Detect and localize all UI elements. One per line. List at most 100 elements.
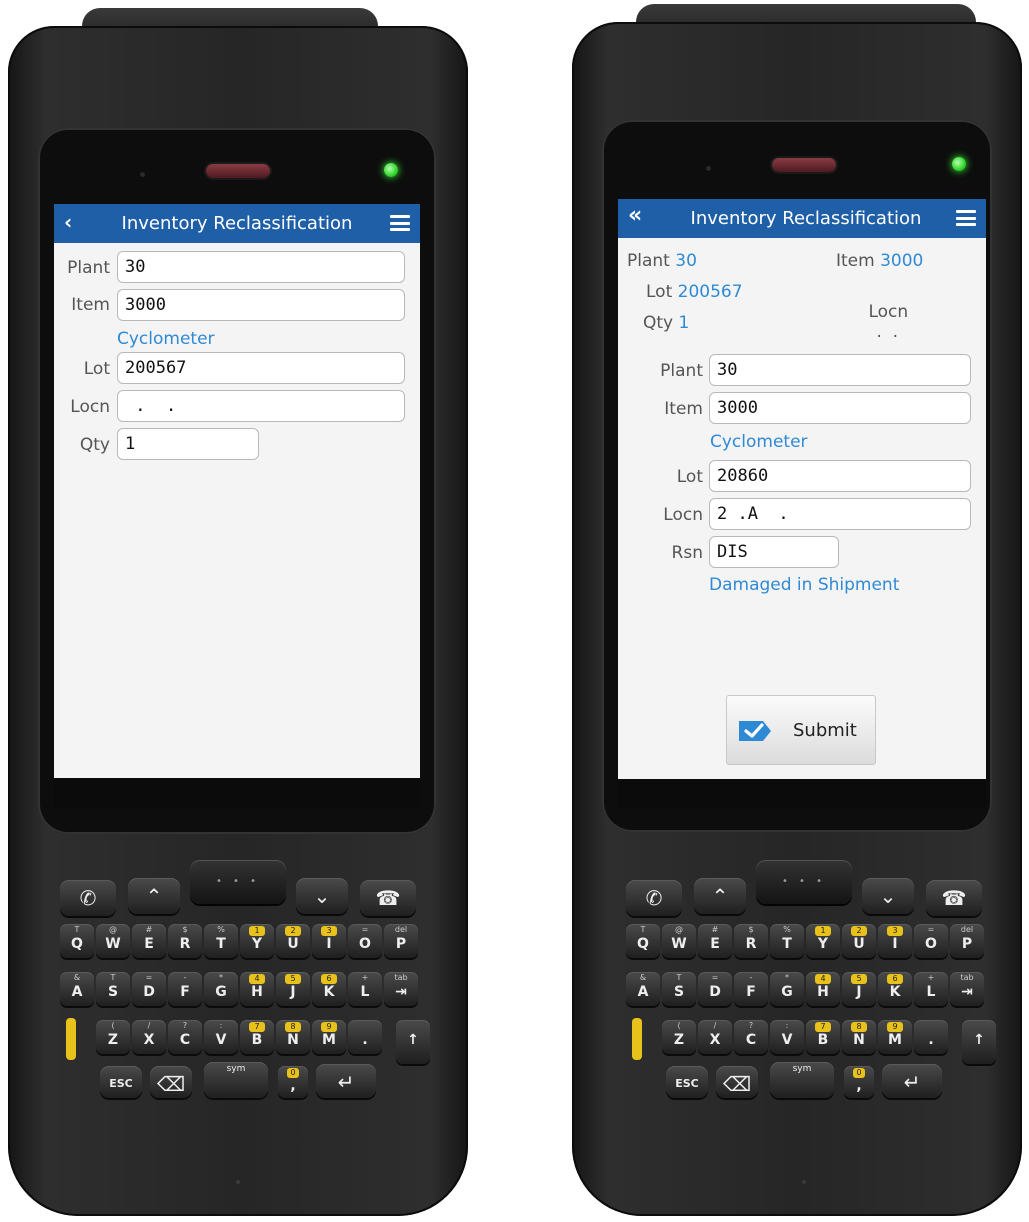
rsn-field[interactable]: DIS bbox=[709, 536, 839, 568]
key-W[interactable]: @ W bbox=[96, 924, 130, 958]
key-B[interactable]: 7B bbox=[806, 1020, 840, 1054]
key-L[interactable]: + L bbox=[348, 972, 382, 1006]
key-K[interactable]: 6K bbox=[878, 972, 912, 1006]
key-primary-label: , bbox=[856, 1078, 862, 1094]
key-W[interactable]: @ W bbox=[662, 924, 696, 958]
space-key[interactable]: sym bbox=[770, 1062, 834, 1098]
key-.[interactable]: . bbox=[914, 1020, 948, 1054]
plant-label: Plant bbox=[67, 258, 110, 278]
key-A[interactable]: & A bbox=[626, 972, 660, 1006]
comma-key[interactable]: 0, bbox=[278, 1066, 308, 1098]
call-key[interactable]: ✆ bbox=[626, 880, 682, 916]
key-C[interactable]: ? C bbox=[734, 1020, 768, 1054]
backspace-key[interactable]: ⌫ bbox=[150, 1066, 192, 1098]
key-.[interactable]: . bbox=[348, 1020, 382, 1054]
hamburger-menu-icon[interactable] bbox=[956, 210, 976, 226]
key-A[interactable]: & A bbox=[60, 972, 94, 1006]
plant-field[interactable]: 30 bbox=[117, 251, 405, 283]
key-L[interactable]: + L bbox=[914, 972, 948, 1006]
enter-key[interactable]: ↵ bbox=[882, 1064, 942, 1098]
locn-field[interactable]: . . bbox=[117, 390, 405, 422]
key-⇥[interactable]: tab ⇥ bbox=[384, 972, 418, 1006]
enter-key[interactable]: ↵ bbox=[316, 1064, 376, 1098]
key-R[interactable]: $ R bbox=[168, 924, 202, 958]
end-call-key[interactable]: ☎ bbox=[360, 880, 416, 916]
key-E[interactable]: # E bbox=[132, 924, 166, 958]
key-Y[interactable]: 1Y bbox=[240, 924, 274, 958]
key-Y[interactable]: 1Y bbox=[806, 924, 840, 958]
hamburger-menu-icon[interactable] bbox=[390, 215, 410, 231]
space-key-glyph: sym bbox=[792, 1064, 812, 1074]
key-X[interactable]: / X bbox=[132, 1020, 166, 1054]
key-X[interactable]: / X bbox=[698, 1020, 732, 1054]
down-key[interactable]: ⌄ bbox=[296, 878, 348, 914]
key-G[interactable]: * G bbox=[204, 972, 238, 1006]
center-select-key[interactable]: • • • bbox=[756, 860, 852, 904]
key-D[interactable]: = D bbox=[132, 972, 166, 1006]
key-S[interactable]: TS bbox=[96, 972, 130, 1006]
key-P[interactable]: del P bbox=[384, 924, 418, 958]
space-key[interactable]: sym bbox=[204, 1062, 268, 1098]
key-H[interactable]: 4H bbox=[240, 972, 274, 1006]
submit-button[interactable]: Submit bbox=[726, 695, 876, 765]
key-F[interactable]: -F bbox=[734, 972, 768, 1006]
end-call-key[interactable]: ☎ bbox=[926, 880, 982, 916]
up-key[interactable]: ⌃ bbox=[694, 878, 746, 914]
key-⇥[interactable]: tab ⇥ bbox=[950, 972, 984, 1006]
key-T[interactable]: % T bbox=[204, 924, 238, 958]
qty-field[interactable]: 1 bbox=[117, 428, 259, 460]
key-U[interactable]: 2U bbox=[276, 924, 310, 958]
key-I[interactable]: 3I bbox=[878, 924, 912, 958]
key-primary-label: S bbox=[107, 984, 119, 1000]
up-key[interactable]: ⌃ bbox=[128, 878, 180, 914]
key-Q[interactable]: TQ bbox=[60, 924, 94, 958]
key-M[interactable]: 9M bbox=[312, 1020, 346, 1054]
down-key[interactable]: ⌄ bbox=[862, 878, 914, 914]
lot-field[interactable]: 200567 bbox=[117, 352, 405, 384]
key-R[interactable]: $ R bbox=[734, 924, 768, 958]
key-J[interactable]: 5J bbox=[842, 972, 876, 1006]
yellow-shift-key[interactable] bbox=[632, 1018, 642, 1060]
call-key[interactable]: ✆ bbox=[60, 880, 116, 916]
key-J[interactable]: 5J bbox=[276, 972, 310, 1006]
locn-field[interactable]: 2 .A . bbox=[709, 498, 971, 530]
lot-field[interactable]: 20860 bbox=[709, 460, 971, 492]
esc-key[interactable]: ESC bbox=[100, 1066, 142, 1098]
backspace-key[interactable]: ⌫ bbox=[716, 1066, 758, 1098]
key-G[interactable]: * G bbox=[770, 972, 804, 1006]
center-select-key[interactable]: • • • bbox=[190, 860, 286, 904]
item-field[interactable]: 3000 bbox=[117, 289, 405, 321]
key-O[interactable]: = O bbox=[348, 924, 382, 958]
key-M[interactable]: 9M bbox=[878, 1020, 912, 1054]
key-Z[interactable]: (Z bbox=[662, 1020, 696, 1054]
yellow-shift-key[interactable] bbox=[66, 1018, 76, 1060]
shift-key[interactable]: ↑ bbox=[396, 1020, 430, 1064]
item-field[interactable]: 3000 bbox=[709, 392, 971, 424]
key-primary-label: Z bbox=[107, 1032, 119, 1048]
key-C[interactable]: ? C bbox=[168, 1020, 202, 1054]
key-K[interactable]: 6K bbox=[312, 972, 346, 1006]
key-V[interactable]: :V bbox=[770, 1020, 804, 1054]
key-V[interactable]: :V bbox=[204, 1020, 238, 1054]
plant-field[interactable]: 30 bbox=[709, 354, 971, 386]
key-F[interactable]: -F bbox=[168, 972, 202, 1006]
key-secondary-label: ? bbox=[182, 1021, 188, 1030]
key-D[interactable]: = D bbox=[698, 972, 732, 1006]
key-U[interactable]: 2U bbox=[842, 924, 876, 958]
comma-key[interactable]: 0, bbox=[844, 1066, 874, 1098]
key-N[interactable]: 8N bbox=[276, 1020, 310, 1054]
esc-key[interactable]: ESC bbox=[666, 1066, 708, 1098]
key-N[interactable]: 8N bbox=[842, 1020, 876, 1054]
key-O[interactable]: = O bbox=[914, 924, 948, 958]
summary-item-label: Item bbox=[836, 251, 875, 271]
key-P[interactable]: del P bbox=[950, 924, 984, 958]
key-E[interactable]: # E bbox=[698, 924, 732, 958]
key-B[interactable]: 7B bbox=[240, 1020, 274, 1054]
key-T[interactable]: % T bbox=[770, 924, 804, 958]
shift-key[interactable]: ↑ bbox=[962, 1020, 996, 1064]
key-H[interactable]: 4H bbox=[806, 972, 840, 1006]
key-S[interactable]: TS bbox=[662, 972, 696, 1006]
key-Z[interactable]: (Z bbox=[96, 1020, 130, 1054]
key-I[interactable]: 3I bbox=[312, 924, 346, 958]
key-Q[interactable]: TQ bbox=[626, 924, 660, 958]
